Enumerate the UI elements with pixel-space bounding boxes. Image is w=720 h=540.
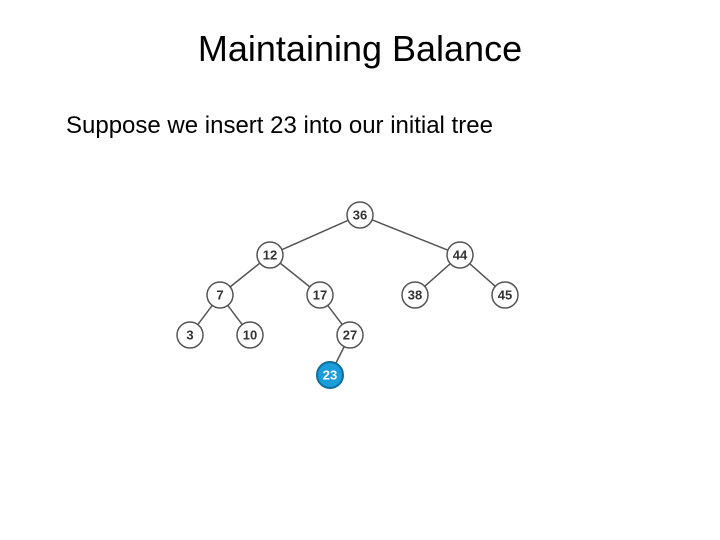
tree-node-17: 17 [307, 282, 333, 308]
tree-edge [228, 305, 242, 324]
tree-node-23: 23 [317, 362, 343, 388]
tree-edge [198, 305, 212, 324]
svg-text:3: 3 [186, 327, 193, 342]
slide: Maintaining Balance Suppose we insert 23… [0, 0, 720, 540]
svg-text:36: 36 [353, 207, 367, 222]
svg-text:45: 45 [498, 287, 512, 302]
svg-text:38: 38 [408, 287, 422, 302]
svg-text:7: 7 [216, 287, 223, 302]
svg-text:23: 23 [323, 367, 337, 382]
svg-text:44: 44 [453, 247, 468, 262]
slide-subtitle: Suppose we insert 23 into our initial tr… [66, 112, 493, 140]
tree-node-12: 12 [257, 242, 283, 268]
tree-node-10: 10 [237, 322, 263, 348]
binary-tree-diagram: 36 12 44 7 17 38 45 3 10 27 23 [160, 195, 560, 405]
svg-text:10: 10 [243, 327, 257, 342]
tree-edge [282, 220, 348, 249]
tree-edge [230, 263, 260, 287]
svg-text:12: 12 [263, 247, 277, 262]
tree-edge [470, 264, 496, 287]
tree-node-45: 45 [492, 282, 518, 308]
tree-node-44: 44 [447, 242, 473, 268]
tree-edge [280, 263, 310, 287]
tree-node-7: 7 [207, 282, 233, 308]
tree-node-36: 36 [347, 202, 373, 228]
tree-node-3: 3 [177, 322, 203, 348]
tree-node-38: 38 [402, 282, 428, 308]
svg-text:27: 27 [343, 327, 357, 342]
tree-edge [372, 220, 448, 250]
tree-edge [425, 264, 451, 287]
tree-node-27: 27 [337, 322, 363, 348]
tree-edge [336, 347, 344, 364]
svg-text:17: 17 [313, 287, 327, 302]
slide-title: Maintaining Balance [0, 28, 720, 70]
tree-edge [328, 305, 342, 324]
